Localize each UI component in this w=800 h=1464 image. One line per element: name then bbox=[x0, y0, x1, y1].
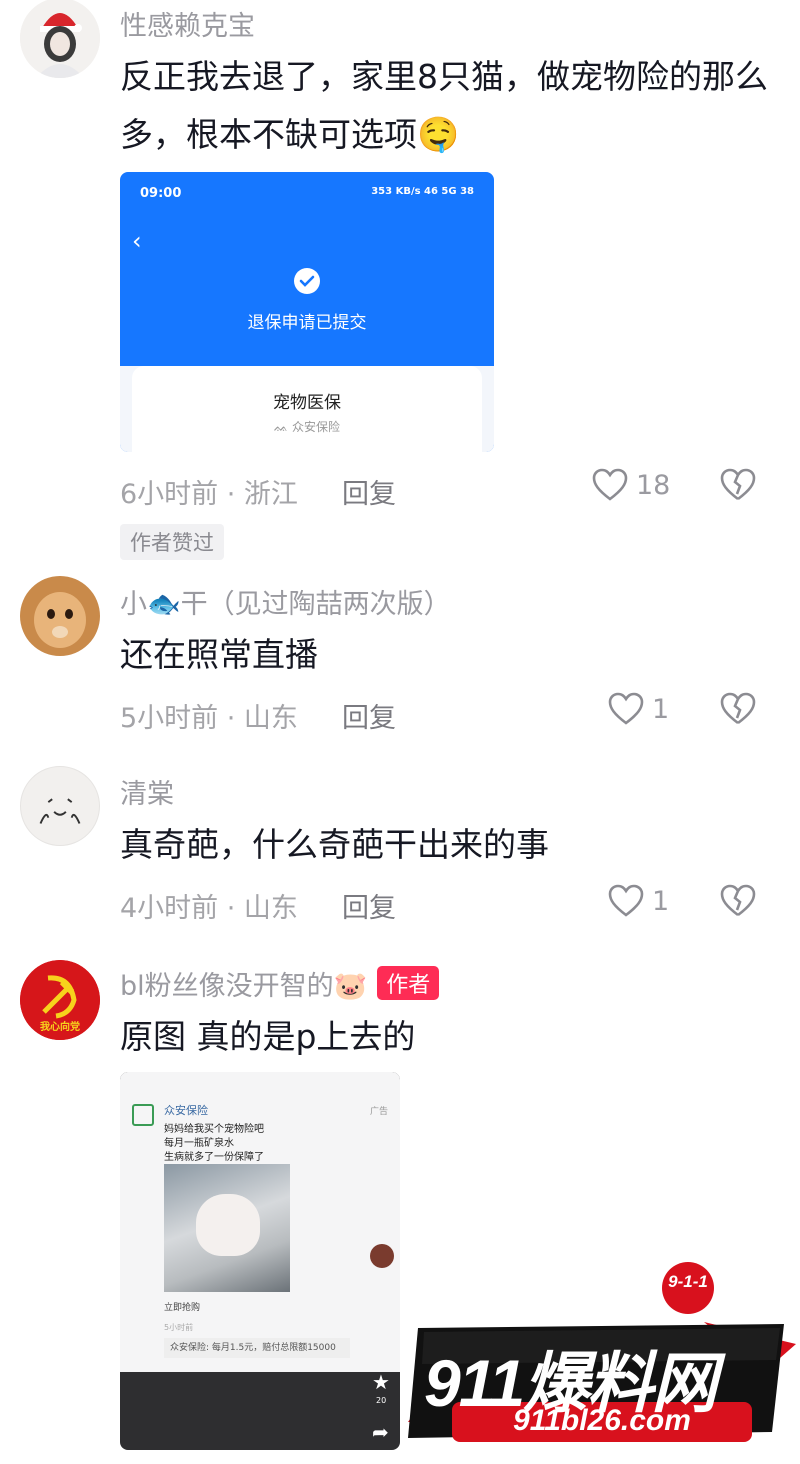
dislike-button[interactable] bbox=[720, 884, 756, 922]
fav-count: 20 bbox=[376, 1396, 387, 1405]
product-name: 宠物医保 bbox=[273, 393, 341, 413]
like-button[interactable]: 1 bbox=[608, 884, 669, 918]
status-bar: 09:00 353 KB/s 46 5G 38 bbox=[140, 186, 474, 201]
comment-text: 反正我去退了，家里8只猫，做宠物险的那么多，根本不缺可选项🤤 bbox=[120, 48, 780, 164]
ad-screenshot: 众安保险 广告 妈妈给我买个宠物险吧 每月一瓶矿泉水 生病就多了一份保障了 立即… bbox=[120, 1072, 400, 1372]
broken-heart-icon bbox=[720, 884, 756, 917]
creator-avatar bbox=[370, 1244, 394, 1268]
like-button[interactable]: 18 bbox=[592, 468, 670, 502]
like-button[interactable]: 1 bbox=[608, 692, 669, 726]
author-badge: 作者 bbox=[377, 966, 440, 1000]
comment-username[interactable]: 清棠 bbox=[120, 772, 174, 811]
buy-link: 立即抢购 bbox=[164, 1303, 201, 1313]
comment-time-location: 5小时前 · 山东 bbox=[120, 703, 298, 734]
avatar-image bbox=[20, 576, 100, 656]
share-icon: ➦ bbox=[372, 1420, 389, 1444]
comment-text: 原图 真的是p上去的 bbox=[120, 1017, 416, 1056]
username-text: bl粉丝像没开智的 bbox=[120, 971, 334, 1002]
user-avatar[interactable] bbox=[20, 766, 100, 846]
dislike-button[interactable] bbox=[720, 692, 756, 730]
username-suffix: 干（见过陶喆两次版） bbox=[180, 589, 451, 620]
watermark-badge: 9-1-1 bbox=[668, 1272, 708, 1291]
reply-button[interactable]: 回复 bbox=[342, 886, 396, 925]
comment-image[interactable]: 09:00 353 KB/s 46 5G 38 ‹ 退保申请已提交 宠物医保 ᨐ… bbox=[120, 172, 494, 452]
comment-username[interactable]: 小🐟干（见过陶喆两次版） bbox=[120, 582, 451, 621]
ad-tag: 广告 bbox=[369, 1107, 388, 1117]
comment-image[interactable]: 众安保险 广告 妈妈给我买个宠物险吧 每月一瓶矿泉水 生病就多了一份保障了 立即… bbox=[120, 1072, 400, 1450]
comment-text: 还在照常直播 bbox=[120, 635, 318, 674]
heart-icon bbox=[608, 884, 644, 917]
product-card: 宠物医保 ᨐ 众安保险 bbox=[120, 366, 494, 452]
user-avatar[interactable] bbox=[20, 0, 100, 78]
reply-button[interactable]: 回复 bbox=[342, 472, 396, 511]
avatar-image bbox=[20, 0, 100, 78]
status-right: 353 KB/s 46 5G 38 bbox=[371, 186, 474, 197]
heart-icon bbox=[592, 468, 628, 501]
pig-icon: 🐷 bbox=[333, 971, 368, 1002]
reply-button[interactable]: 回复 bbox=[342, 696, 396, 735]
comment-username[interactable]: bl粉丝像没开智的🐷 作者 bbox=[120, 964, 440, 1003]
user-avatar[interactable]: 我心向党 bbox=[20, 960, 100, 1040]
back-icon: ‹ bbox=[132, 227, 142, 255]
status-time: 09:00 bbox=[140, 186, 182, 201]
like-count: 18 bbox=[636, 469, 671, 501]
comment-text: 真奇葩，什么奇葩干出来的事 bbox=[120, 825, 549, 864]
user-avatar[interactable] bbox=[20, 576, 100, 656]
brand-logo-icon: ᨐ bbox=[274, 420, 292, 434]
heart-icon bbox=[608, 692, 644, 725]
ad-name: 众安保险 bbox=[164, 1104, 208, 1117]
avatar-caption: 我心向党 bbox=[40, 1022, 80, 1033]
ad-line: 生病就多了一份保障了 bbox=[164, 1152, 264, 1163]
product-card-inner: 宠物医保 ᨐ 众安保险 bbox=[132, 366, 482, 452]
comment-username[interactable]: 性感赖克宝 bbox=[120, 4, 255, 43]
like-count: 1 bbox=[652, 693, 670, 725]
avatar-image bbox=[39, 798, 81, 824]
broken-heart-icon bbox=[720, 692, 756, 725]
cat-photo bbox=[164, 1164, 290, 1292]
ad-bar: 众安保险: 每月1.5元，赔付总限额15000 bbox=[164, 1338, 350, 1358]
dislike-button[interactable] bbox=[720, 468, 756, 506]
drooling-face-icon: 🤤 bbox=[417, 115, 460, 155]
watermark-logo: 9-1-1 911爆料网 911bl26.com bbox=[404, 1262, 800, 1460]
ad-line: 每月一瓶矿泉水 bbox=[164, 1138, 234, 1149]
comment-time-location: 4小时前 · 山东 bbox=[120, 893, 298, 924]
ad-time: 5小时前 bbox=[164, 1323, 194, 1332]
ad-line: 妈妈给我买个宠物险吧 bbox=[164, 1124, 264, 1135]
username-prefix: 小 bbox=[120, 589, 147, 620]
comment-time-location: 6小时前 · 浙江 bbox=[120, 479, 298, 510]
check-circle-icon bbox=[294, 268, 320, 294]
like-count: 1 bbox=[652, 885, 670, 917]
watermark-url: 911bl26.com bbox=[513, 1404, 691, 1437]
fish-icon: 🐟 bbox=[147, 589, 181, 620]
ad-logo-icon bbox=[132, 1104, 154, 1126]
star-icon: ★ bbox=[372, 1370, 390, 1394]
broken-heart-icon bbox=[720, 468, 756, 501]
cat-icon bbox=[196, 1194, 260, 1256]
product-brand-text: 众安保险 bbox=[291, 420, 340, 434]
product-brand: ᨐ 众安保险 bbox=[132, 418, 482, 435]
author-liked-tag: 作者赞过 bbox=[120, 524, 224, 560]
success-text: 退保申请已提交 bbox=[247, 313, 367, 333]
